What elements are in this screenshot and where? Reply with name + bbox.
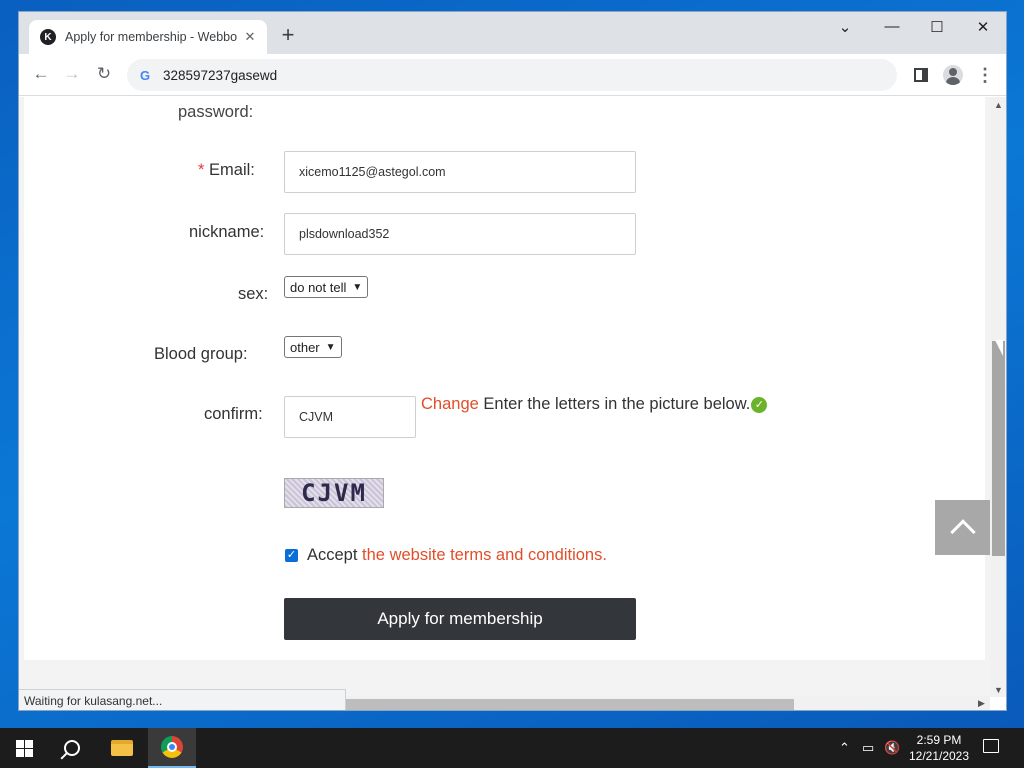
scroll-up-icon[interactable]: ▲ [994, 100, 1003, 110]
page-viewport: password: * Email: nickname: sex: do not… [19, 97, 990, 696]
confirm-label: confirm: [204, 405, 263, 423]
maximize-icon[interactable]: ☐ [923, 18, 951, 36]
address-bar[interactable]: G 328597237gasewd [127, 59, 897, 91]
clock-date: 12/21/2023 [908, 749, 970, 763]
chevron-up-icon [949, 519, 976, 545]
nickname-label: nickname: [189, 223, 265, 241]
clock-time: 2:59 PM [916, 733, 962, 747]
browser-window: K Apply for membership - Webboa ✕ + ⌄ — … [18, 11, 1007, 711]
vertical-scrollbar[interactable]: ▲ ▼ [990, 97, 1006, 697]
horizontal-scroll-thumb[interactable] [346, 699, 794, 710]
minimize-icon[interactable]: — [878, 18, 906, 35]
sex-select[interactable]: do not tell ▼ [284, 276, 369, 298]
captcha-hint: Enter the letters in the picture below. [483, 395, 751, 413]
tab-strip: K Apply for membership - Webboa ✕ + ⌄ — … [19, 12, 1006, 54]
network-icon[interactable]: ▭ [862, 740, 874, 756]
accept-checkbox[interactable]: ✓ [285, 549, 298, 562]
back-to-top-button[interactable] [935, 500, 990, 555]
nickname-field[interactable] [284, 213, 636, 255]
required-mark: * [198, 161, 205, 179]
blood-group-selected-value: other [290, 339, 320, 355]
scroll-right-icon[interactable]: ▶ [978, 698, 985, 709]
terms-link[interactable]: the website terms and conditions. [362, 546, 607, 565]
check-ok-icon: ✓ [751, 396, 768, 413]
speaker-muted-icon[interactable]: 🔇 [884, 740, 900, 756]
tab-close-icon[interactable]: ✕ [243, 29, 257, 45]
chevron-up-icon[interactable]: ⌃ [839, 740, 850, 756]
close-window-icon[interactable]: ✕ [969, 18, 997, 36]
chevron-down-icon: ▼ [325, 341, 336, 353]
mouse-cursor-icon [995, 340, 1003, 356]
search-button[interactable] [48, 728, 96, 768]
start-button[interactable] [0, 728, 48, 768]
password-label: password: [178, 103, 254, 121]
accept-terms-row: ✓ Accept the website terms and condition… [284, 546, 607, 565]
back-arrow-icon[interactable]: ← [30, 64, 52, 84]
folder-icon [111, 740, 133, 756]
captcha-image[interactable]: CJVM [284, 478, 384, 508]
sex-selected-value: do not tell [290, 279, 347, 295]
tab-search-chevron-icon[interactable]: ⌄ [831, 18, 859, 36]
browser-toolbar: ← → ↻ G 328597237gasewd ⋮ [19, 54, 1006, 96]
profile-avatar-icon[interactable] [942, 64, 964, 86]
email-label-text: Email: [209, 161, 255, 179]
windows-logo-icon [15, 739, 33, 757]
tab-favicon-icon: K [40, 29, 56, 45]
membership-form: password: * Email: nickname: sex: do not… [24, 97, 985, 660]
captcha-hint-row: Change Enter the letters in the picture … [421, 395, 768, 414]
browser-tab[interactable]: K Apply for membership - Webboa ✕ [29, 20, 267, 54]
chevron-down-icon: ▼ [352, 281, 363, 293]
blood-group-select[interactable]: other ▼ [284, 336, 342, 358]
scroll-down-icon[interactable]: ▼ [994, 685, 1003, 695]
google-g-icon: G [139, 67, 151, 83]
apply-membership-button[interactable]: Apply for membership [284, 598, 636, 640]
url-text[interactable]: 328597237gasewd [163, 68, 277, 83]
captcha-input[interactable] [284, 396, 416, 438]
status-bubble: Waiting for kulasang.net... [19, 689, 346, 710]
email-field[interactable] [284, 151, 636, 193]
side-panel-icon[interactable] [910, 64, 932, 86]
change-captcha-link[interactable]: Change [421, 395, 479, 414]
search-icon [64, 740, 80, 756]
new-tab-plus-icon[interactable]: + [277, 24, 299, 46]
reload-icon[interactable]: ↻ [93, 64, 115, 84]
vertical-scroll-thumb[interactable] [992, 341, 1005, 556]
blood-group-label: Blood group: [154, 345, 248, 363]
file-explorer-button[interactable] [98, 728, 146, 768]
taskbar: ⌃ ▭ 🔇 2:59 PM 12/21/2023 [0, 728, 1024, 768]
chrome-icon [161, 736, 183, 758]
sex-label: sex: [238, 285, 269, 303]
tab-title: Apply for membership - Webboa [65, 30, 237, 44]
accept-text: Accept [307, 546, 358, 564]
forward-arrow-icon[interactable]: → [61, 64, 83, 84]
notifications-icon[interactable] [983, 739, 999, 753]
taskbar-clock[interactable]: 2:59 PM 12/21/2023 [903, 732, 975, 764]
email-label: * Email: [198, 161, 255, 180]
kebab-menu-icon[interactable]: ⋮ [974, 64, 996, 86]
chrome-taskbar-button[interactable] [148, 728, 196, 768]
